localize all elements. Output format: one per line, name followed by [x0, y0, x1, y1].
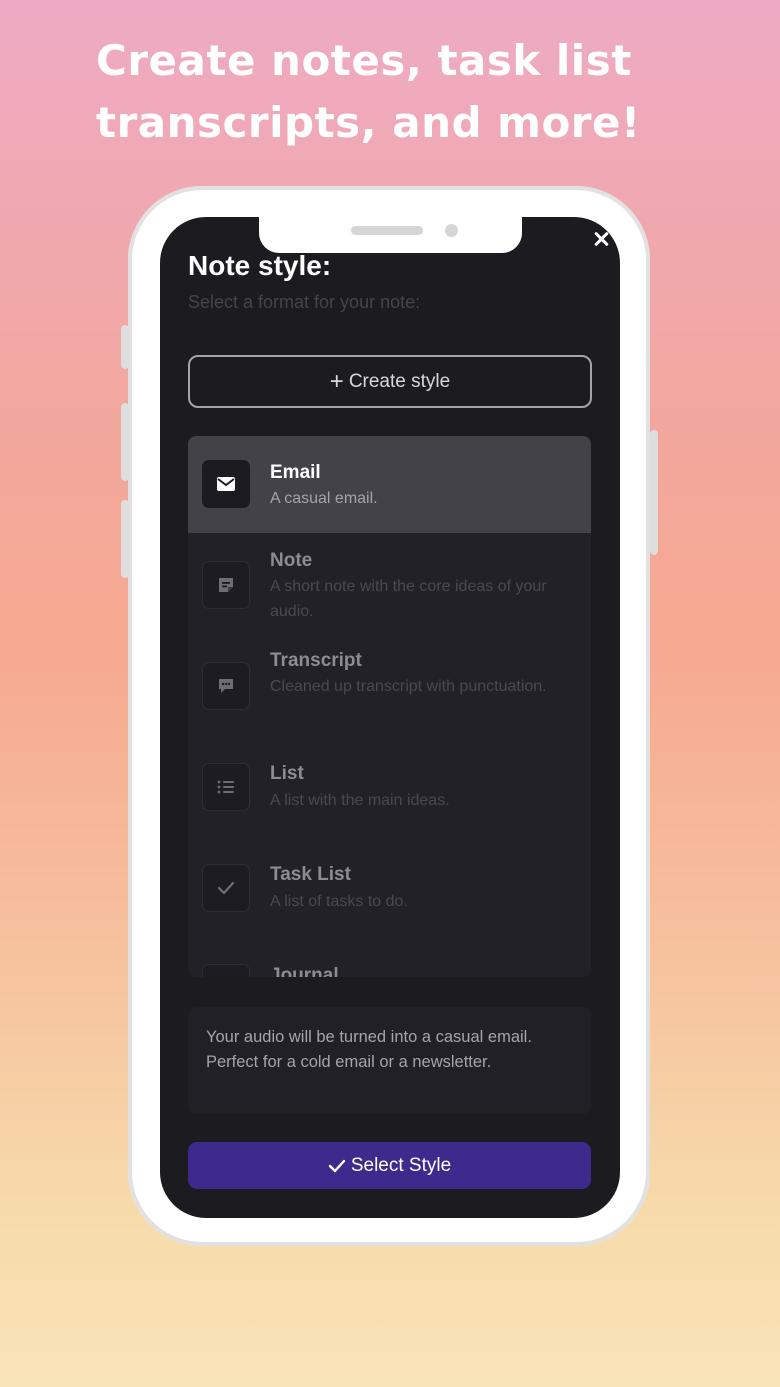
style-item-name: Email: [270, 462, 321, 483]
style-item-description: A casual email.: [270, 490, 378, 507]
phone-speaker: [351, 226, 423, 235]
modal-subtitle: Select a format for your note:: [188, 292, 421, 312]
style-item-name: Journal: [270, 965, 339, 977]
headline-line-1: Create notes, task list: [96, 36, 632, 85]
style-item-name: Transcript: [270, 650, 362, 671]
create-style-label: Create style: [348, 370, 451, 392]
envelope-icon: [202, 460, 250, 508]
checkmark-icon: [202, 864, 250, 912]
style-item-email[interactable]: Email A casual email.: [188, 436, 591, 533]
style-item-list[interactable]: List A list with the main ideas.: [188, 734, 591, 835]
style-item-description: A short note with the core ideas of your…: [270, 578, 547, 620]
style-info-panel: Your audio will be turned into a casual …: [188, 1007, 591, 1114]
phone-mute-switch: [121, 325, 129, 369]
phone-notch: [259, 217, 522, 253]
modal-title: Note style:: [188, 250, 332, 281]
phone-volume-down-button: [121, 500, 129, 578]
style-item-transcript[interactable]: Transcript Cleaned up transcript with pu…: [188, 633, 591, 734]
phone-camera: [445, 224, 458, 237]
style-item-task-list[interactable]: Task List A list of tasks to do.: [188, 835, 591, 936]
style-item-note[interactable]: Note A short note with the core ideas of…: [188, 533, 591, 633]
phone-volume-up-button: [121, 403, 129, 481]
checkmark-icon: [328, 1159, 346, 1173]
close-icon[interactable]: [590, 228, 612, 250]
speech-bubble-icon: [202, 662, 250, 710]
bullet-list-icon: [202, 763, 250, 811]
style-item-journal[interactable]: Journal: [188, 936, 591, 977]
style-list[interactable]: Email A casual email. Note A short note …: [188, 436, 591, 977]
headline-line-2: transcripts, and more!: [96, 98, 641, 147]
style-item-description: A list with the main ideas.: [270, 792, 450, 809]
style-item-name: List: [270, 763, 304, 784]
sticky-note-icon: [202, 561, 250, 609]
style-item-name: Note: [270, 550, 313, 571]
style-item-description: A list of tasks to do.: [270, 893, 408, 910]
phone-power-button: [650, 430, 658, 555]
journal-icon: [202, 964, 250, 977]
style-item-name: Task List: [270, 864, 351, 885]
select-style-label: Select Style: [350, 1154, 452, 1176]
select-style-button[interactable]: Select Style: [188, 1142, 591, 1189]
style-item-description: Cleaned up transcript with punctuation.: [270, 678, 547, 695]
promo-headline: Create notes, task list transcripts, and…: [96, 30, 736, 154]
plus-icon: +: [329, 367, 344, 395]
create-style-button[interactable]: + Create style: [188, 355, 592, 408]
